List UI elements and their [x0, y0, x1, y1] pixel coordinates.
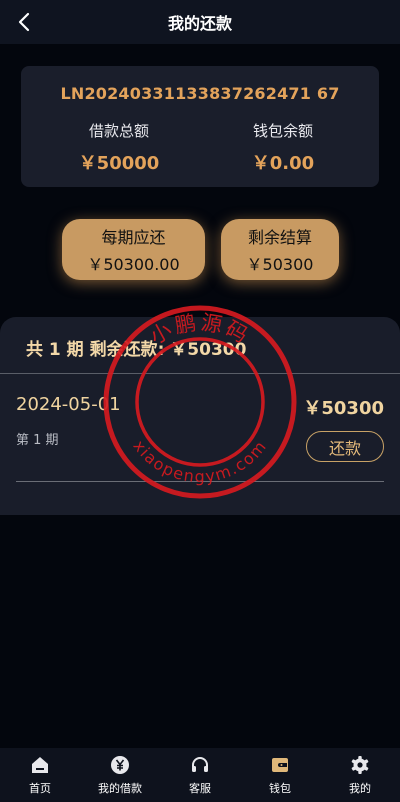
per-period-due-label: 每期应还 [101, 228, 166, 247]
loan-total-label: 借款总额 [88, 122, 149, 140]
repay-button[interactable]: 还款 [306, 431, 384, 462]
tab-wallet[interactable]: 钱包 [240, 748, 320, 802]
gear-icon [349, 754, 371, 776]
loan-total-value: ￥50000 [78, 153, 160, 174]
remaining-settlement-value: ￥50300 [246, 255, 314, 274]
yen-coin-icon [109, 754, 131, 776]
tab-home-label: 首页 [29, 782, 51, 795]
per-period-due-pill[interactable]: 每期应还 ￥50300.00 [62, 219, 205, 280]
tab-mine[interactable]: 我的 [320, 748, 400, 802]
home-icon [29, 754, 51, 776]
due-date: 2024-05-01 [16, 394, 121, 415]
page-title: 我的还款 [167, 14, 232, 33]
wallet-balance-value: ￥0.00 [251, 153, 315, 174]
remaining-settlement-label: 剩余结算 [247, 228, 312, 247]
tab-my-loans-label: 我的借款 [98, 782, 142, 795]
tab-wallet-label: 钱包 [269, 782, 291, 795]
bottom-tab-bar: 首页 我的借款 客服 钱包 我的 [0, 748, 400, 802]
tab-customer-service[interactable]: 客服 [160, 748, 240, 802]
due-amount: ￥50300 [303, 398, 384, 419]
wallet-balance: 钱包余额 ￥0.00 [208, 120, 358, 175]
divider [0, 373, 400, 374]
repayment-schedule-card: 共 1 期 剩余还款: ￥50300 2024-05-01 ￥50300 第 1… [0, 317, 400, 515]
tab-mine-label: 我的 [349, 782, 371, 795]
loan-total: 借款总额 ￥50000 [44, 120, 194, 175]
tab-my-loans[interactable]: 我的借款 [80, 748, 160, 802]
period-label: 第 1 期 [16, 433, 59, 448]
chevron-left-icon [18, 12, 30, 32]
tab-customer-service-label: 客服 [189, 782, 211, 795]
tab-home[interactable]: 首页 [0, 748, 80, 802]
headset-icon [189, 754, 211, 776]
wallet-balance-label: 钱包余额 [252, 122, 313, 140]
divider [16, 481, 384, 482]
loan-summary-card: LN20240331133837262471 67 借款总额 ￥50000 钱包… [21, 66, 379, 187]
back-button[interactable] [10, 8, 38, 36]
top-bar: 我的还款 [0, 0, 400, 44]
wallet-icon [269, 754, 291, 776]
per-period-due-value: ￥50300.00 [87, 255, 180, 274]
remaining-settlement-pill[interactable]: 剩余结算 ￥50300 [221, 219, 339, 280]
schedule-header: 共 1 期 剩余还款: ￥50300 [26, 340, 247, 360]
loan-number: LN20240331133837262471 67 [60, 84, 340, 103]
